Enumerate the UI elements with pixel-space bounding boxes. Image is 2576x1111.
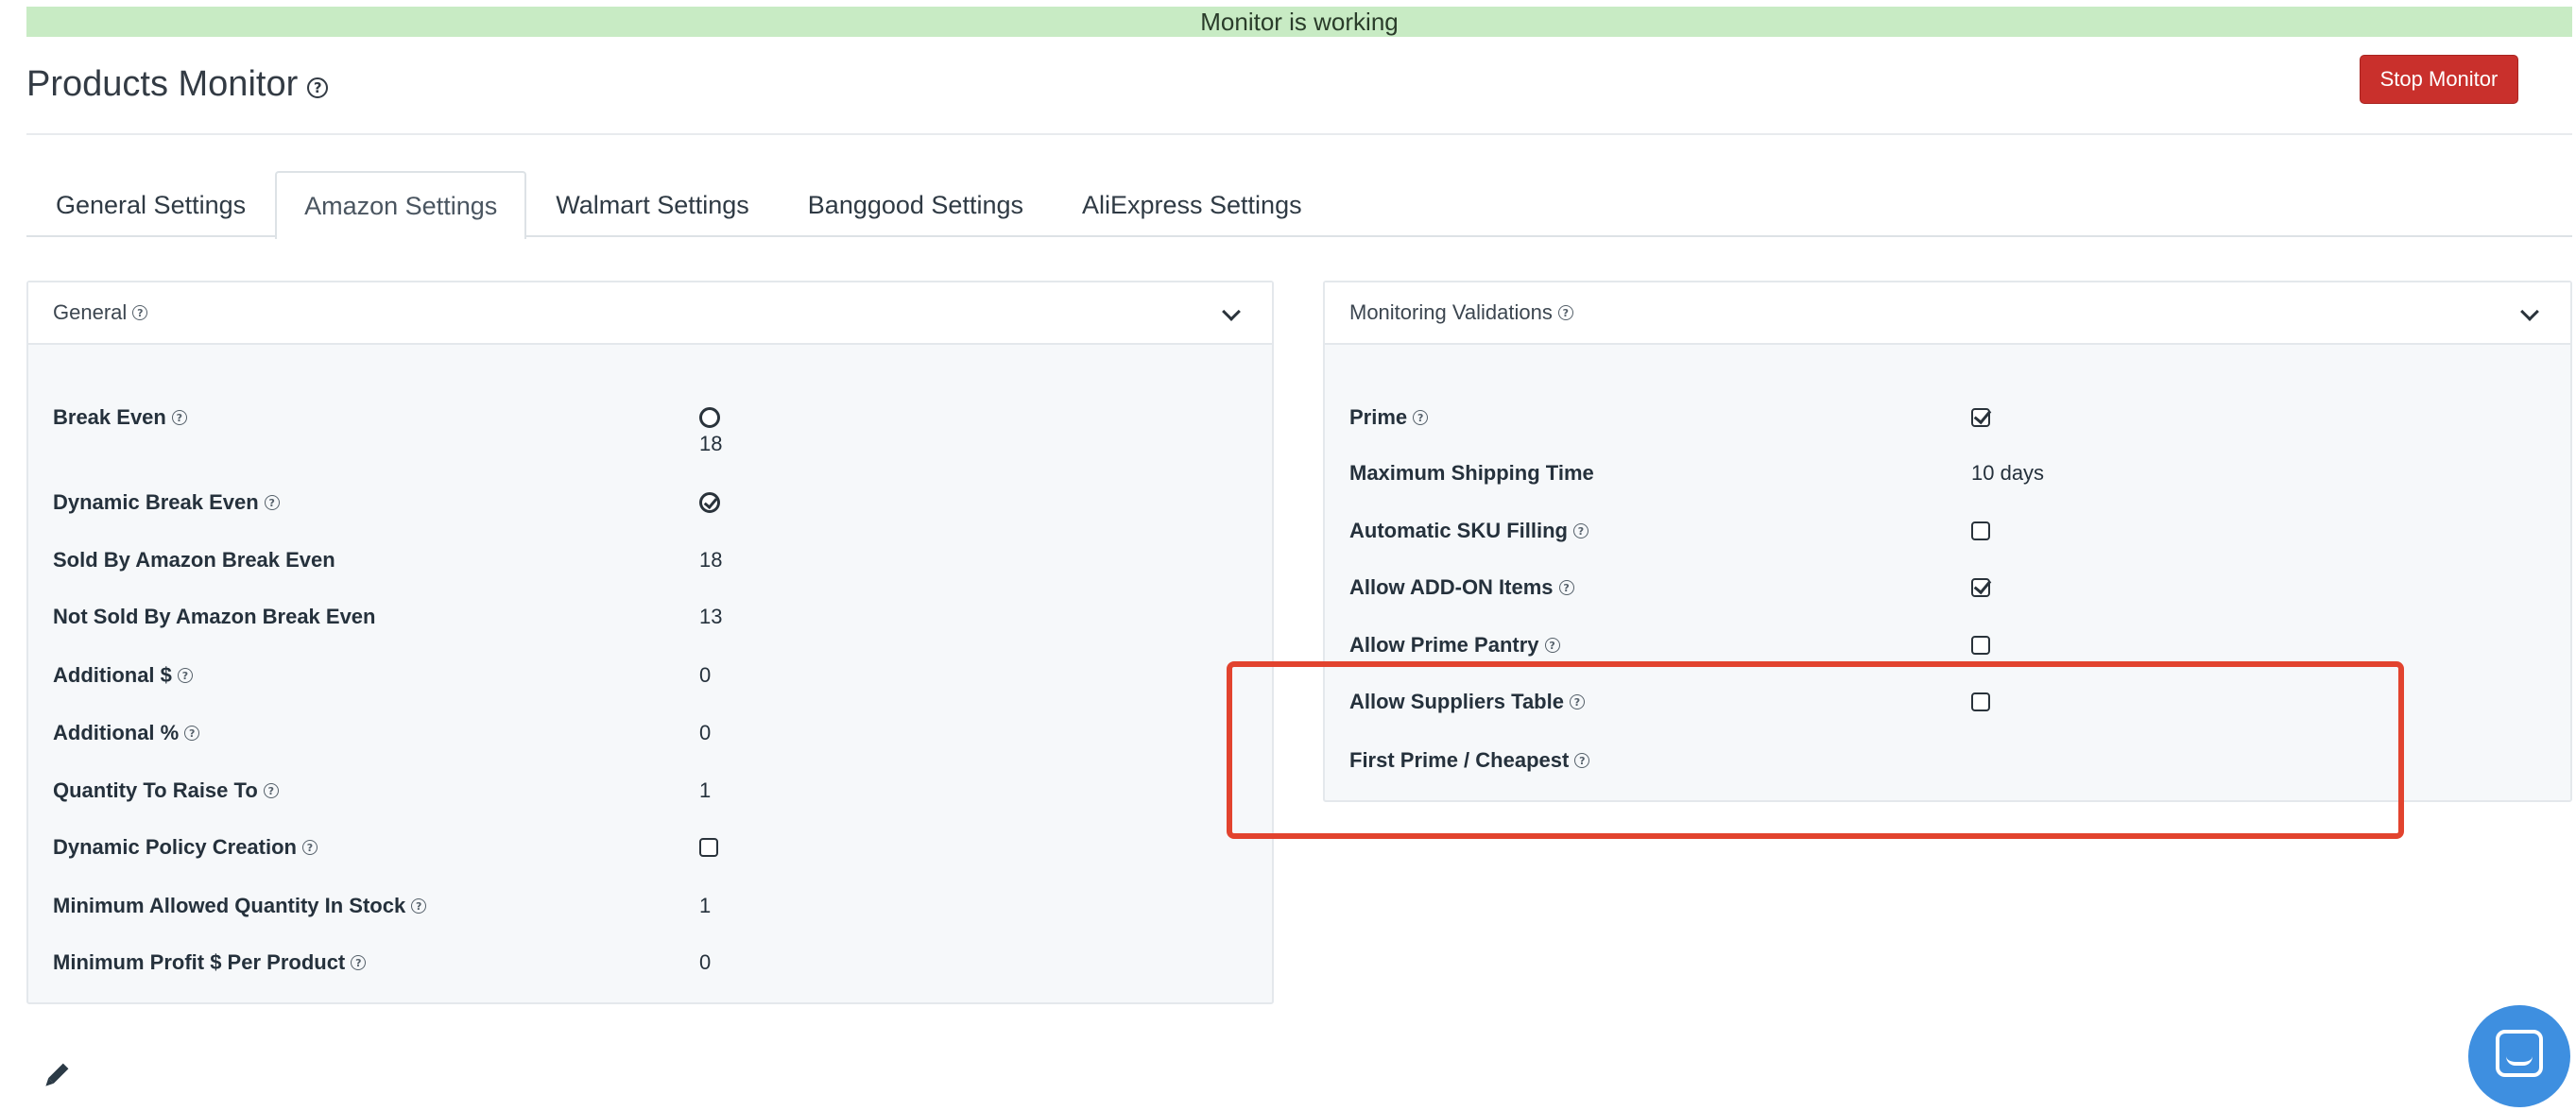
help-icon[interactable]: ? (263, 783, 279, 798)
tab-amazon-settings[interactable]: Amazon Settings (275, 171, 527, 239)
help-icon[interactable]: ? (1573, 523, 1589, 538)
setting-row-auto-sku: Automatic SKU Filling? (1349, 512, 2546, 550)
checkbox[interactable] (1971, 636, 1990, 655)
setting-label: Additional %? (53, 714, 200, 752)
setting-row-additional-dollar: Additional $? 0 (53, 657, 1247, 694)
setting-value: 18 (699, 432, 723, 455)
setting-label: Quantity To Raise To? (53, 772, 279, 810)
setting-row-max-shipping: Maximum Shipping Time 10 days (1349, 454, 2546, 492)
setting-label: Allow ADD-ON Items? (1349, 569, 1574, 607)
tab-banggood-settings[interactable]: Banggood Settings (779, 171, 1053, 237)
setting-row-quantity-to-raise: Quantity To Raise To? 1 (53, 772, 1247, 810)
help-icon[interactable]: ? (307, 77, 329, 98)
help-icon[interactable]: ? (301, 840, 318, 855)
setting-row-break-even: Break Even? 18 (53, 399, 1247, 455)
help-icon[interactable]: ? (177, 668, 193, 683)
help-icon[interactable]: ? (171, 410, 187, 425)
chevron-down-icon[interactable] (1222, 302, 1241, 321)
monitoring-validations-title: Monitoring Validations (1349, 300, 1553, 324)
general-panel-title: General (53, 300, 128, 324)
setting-row-not-sold-by-amazon: Not Sold By Amazon Break Even 13 (53, 598, 1247, 636)
radio-button-checked[interactable] (699, 492, 720, 513)
setting-row-min-quantity: Minimum Allowed Quantity In Stock? 1 (53, 887, 1247, 925)
checkbox-checked[interactable] (1971, 578, 1990, 597)
tab-general-settings[interactable]: General Settings (26, 171, 275, 237)
setting-value: 10 days (1971, 461, 2045, 485)
setting-label: Automatic SKU Filling? (1349, 512, 1589, 550)
setting-label: Sold By Amazon Break Even (53, 548, 335, 572)
help-icon[interactable]: ? (184, 726, 200, 741)
dynamic-break-even-radio[interactable] (699, 484, 720, 521)
checkbox[interactable] (1971, 521, 1990, 540)
setting-label: Prime? (1349, 399, 1429, 436)
help-icon[interactable]: ? (351, 955, 367, 970)
setting-row-sold-by-amazon: Sold By Amazon Break Even 18 (53, 541, 1247, 579)
setting-row-prime-pantry: Allow Prime Pantry? (1349, 626, 2546, 664)
setting-label: Not Sold By Amazon Break Even (53, 605, 376, 628)
tab-walmart-settings[interactable]: Walmart Settings (526, 171, 779, 237)
setting-row-allow-addon: Allow ADD-ON Items? (1349, 569, 2546, 607)
general-panel-header[interactable]: General ? (28, 282, 1272, 345)
setting-row-prime: Prime? (1349, 399, 2546, 436)
checkbox-checked[interactable] (1971, 408, 1990, 427)
settings-tabs: General Settings Amazon Settings Walmart… (26, 171, 2572, 239)
help-icon[interactable]: ? (1557, 305, 1573, 320)
setting-row-dynamic-break-even: Dynamic Break Even? (53, 484, 1247, 521)
setting-value: 1 (699, 894, 712, 917)
setting-value: 1 (699, 778, 712, 802)
setting-row-additional-percent: Additional %? 0 (53, 714, 1247, 752)
help-icon[interactable]: ? (411, 898, 427, 914)
prime-checkbox[interactable] (1971, 399, 1990, 436)
general-panel: General ? Break Even? 18 Dynamic Break E… (26, 281, 1274, 1004)
help-icon[interactable]: ? (264, 495, 280, 510)
pencil-icon[interactable] (40, 1060, 72, 1092)
setting-label: Break Even? (53, 399, 187, 436)
setting-label: Minimum Profit $ Per Product? (53, 944, 367, 982)
setting-row-dynamic-policy: Dynamic Policy Creation? (53, 829, 1247, 866)
setting-label: Dynamic Policy Creation? (53, 829, 318, 866)
auto-sku-checkbox[interactable] (1971, 512, 1990, 550)
setting-value: 18 (699, 548, 723, 572)
setting-value: 0 (699, 721, 712, 744)
header-divider (26, 133, 2572, 135)
setting-label: Maximum Shipping Time (1349, 461, 1594, 485)
help-icon[interactable]: ? (1413, 410, 1429, 425)
stop-monitor-button[interactable]: Stop Monitor (2360, 55, 2518, 104)
setting-value: 13 (699, 605, 723, 628)
setting-label: Dynamic Break Even? (53, 484, 280, 521)
monitor-status-bar: Monitor is working (26, 7, 2572, 37)
setting-label: Additional $? (53, 657, 193, 694)
page-title-text: Products Monitor (26, 64, 299, 104)
highlight-box (1227, 661, 2404, 839)
chat-icon-frame (2496, 1030, 2543, 1077)
setting-value: 0 (699, 663, 712, 687)
prime-pantry-checkbox[interactable] (1971, 626, 1990, 664)
checkbox[interactable] (699, 838, 718, 857)
help-icon[interactable]: ? (1544, 638, 1560, 653)
dynamic-policy-checkbox[interactable] (699, 829, 718, 866)
page-title: Products Monitor ? (26, 64, 329, 105)
help-icon[interactable]: ? (1558, 580, 1574, 595)
tab-aliexpress-settings[interactable]: AliExpress Settings (1053, 171, 1331, 237)
monitoring-validations-header[interactable]: Monitoring Validations ? (1325, 282, 2570, 345)
setting-row-min-profit: Minimum Profit $ Per Product? 0 (53, 944, 1247, 982)
chevron-down-icon[interactable] (2520, 302, 2539, 321)
setting-value: 0 (699, 950, 712, 974)
allow-addon-checkbox[interactable] (1971, 569, 1990, 607)
setting-label: Minimum Allowed Quantity In Stock? (53, 887, 427, 925)
setting-label: Allow Prime Pantry? (1349, 626, 1560, 664)
help-icon[interactable]: ? (132, 305, 148, 320)
chat-bubble-icon[interactable] (2468, 1005, 2570, 1107)
